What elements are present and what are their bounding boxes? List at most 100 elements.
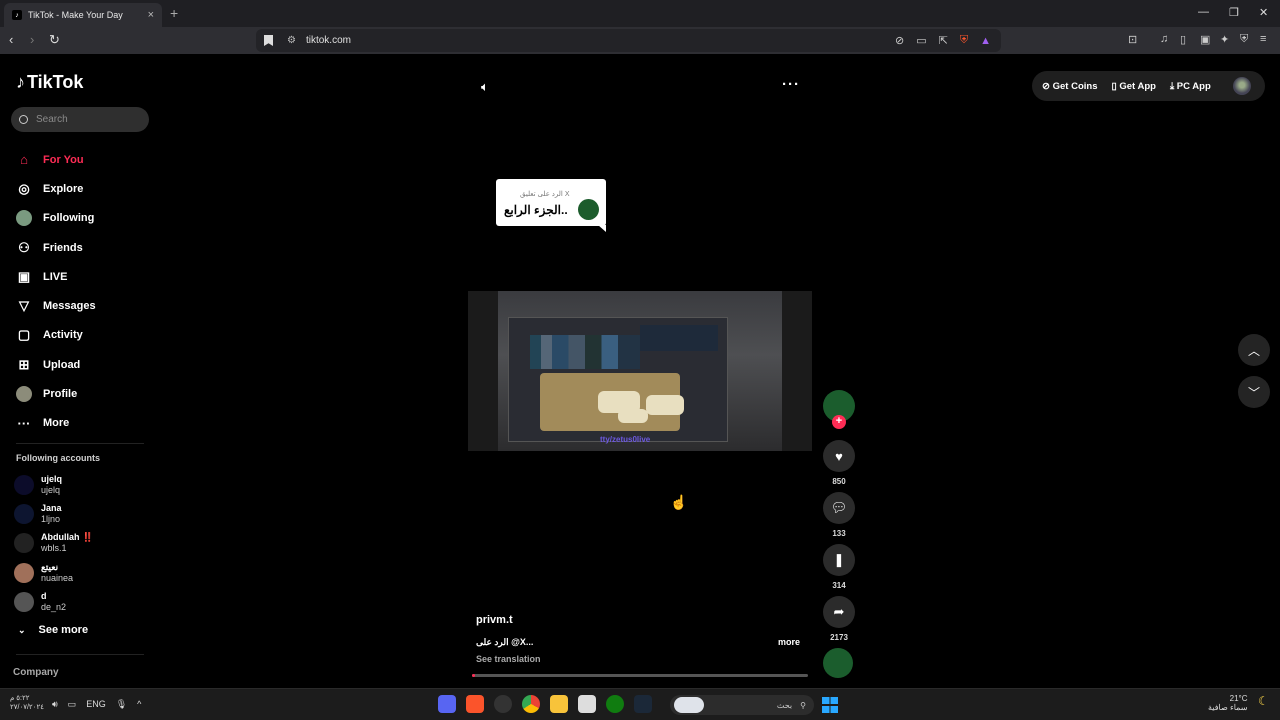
account-name: d [41, 591, 47, 602]
network-icon[interactable]: ▭ [68, 699, 77, 710]
address-bar[interactable]: ⚙ tiktok.com ⊘ ▭ ⇱ ⛨ ▲ [256, 29, 1001, 52]
sidebar-item-for-you[interactable]: ⌂ For You [16, 145, 96, 174]
media-icon[interactable]: ♫ [1160, 33, 1168, 45]
sidebar-item-messages[interactable]: ▽ Messages [16, 291, 96, 320]
more-options-icon[interactable]: ··· [782, 76, 800, 93]
maximize-icon[interactable]: ❐ [1229, 6, 1239, 19]
more-dots-icon: ··· [17, 415, 31, 431]
bubble-subtitle: الرد على تعليق X [520, 191, 570, 198]
tiktok-logo[interactable]: ♪ TikTok [16, 72, 83, 93]
company-link[interactable]: Company [13, 667, 59, 678]
sidebar-item-more[interactable]: ··· More [16, 409, 96, 438]
store-icon[interactable] [578, 695, 596, 713]
share-count: 2173 [830, 633, 848, 642]
bookmark-icon[interactable] [264, 35, 273, 46]
sidebar-item-live[interactable]: ▣ LIVE [16, 262, 96, 291]
obs-icon[interactable] [494, 695, 512, 713]
menu-icon[interactable]: ≡ [1260, 33, 1266, 45]
nav-label: Explore [43, 182, 84, 195]
tab-close-icon[interactable]: × [148, 9, 154, 21]
nav-label: For You [43, 153, 84, 166]
screenshot-icon[interactable]: ⊡ [1128, 33, 1137, 46]
chrome-icon[interactable] [522, 695, 540, 713]
vpn-icon[interactable]: ⛨ [1240, 33, 1248, 46]
folder-icon[interactable] [550, 695, 568, 713]
account-handle: de_n2 [41, 602, 67, 613]
reader-icon[interactable]: ⊘ [895, 34, 904, 47]
author-name[interactable]: privm.t [476, 614, 513, 626]
back-icon[interactable]: ‹ [9, 32, 13, 47]
volume-icon[interactable]: 🔈︎ [481, 79, 489, 95]
brave-rewards-icon[interactable]: ▲ [980, 35, 991, 47]
wallet-icon[interactable]: ▣ [1200, 33, 1210, 46]
share-icon[interactable]: ⇱ [939, 34, 948, 47]
speaker-icon[interactable]: 🔊︎ [52, 699, 58, 710]
account-handle: 1ljno [41, 514, 61, 525]
sidebar-item-profile[interactable]: Profile [16, 379, 96, 408]
list-item[interactable]: Abdullah ‼️ wbls.1 [14, 529, 93, 558]
forward-icon[interactable]: › [30, 32, 34, 47]
taskbar-search[interactable]: بحث ⚲ [670, 695, 814, 715]
sidebar-item-following[interactable]: Following [16, 204, 96, 233]
save-button[interactable]: ❚ [823, 544, 855, 576]
weather-widget[interactable]: 21°C سماء صافية [1208, 694, 1248, 712]
follow-plus-button[interactable]: + [832, 415, 846, 429]
music-disc-icon[interactable] [823, 648, 853, 678]
reload-icon[interactable]: ↻ [49, 32, 60, 48]
site-info-icon[interactable]: ⚙ [287, 35, 296, 46]
windows-start-icon[interactable] [822, 697, 838, 713]
comment-button[interactable]: 💬︎ [823, 492, 855, 524]
chevron-up-icon[interactable]: ^ [137, 699, 141, 710]
next-video-button[interactable]: ﹀ [1238, 376, 1270, 408]
share-button[interactable]: ➦ [823, 596, 855, 628]
leo-icon[interactable]: ✦ [1220, 33, 1229, 46]
see-translation-link[interactable]: See translation [476, 654, 541, 664]
language-indicator[interactable]: ENG [86, 699, 106, 710]
list-item[interactable]: d de_n2 [14, 588, 93, 617]
logo-text: TikTok [27, 72, 84, 92]
search-icon [19, 115, 28, 124]
comment-count: 133 [832, 529, 846, 538]
avatar [14, 592, 34, 613]
list-item[interactable]: ujelq ujelq [14, 470, 93, 499]
avatar-icon [16, 386, 32, 403]
account-name: ujelq [41, 473, 63, 484]
video-frame[interactable]: tty/zetus0live [468, 291, 812, 451]
discord-icon[interactable] [438, 695, 456, 713]
video-caption: الرد على @X... [476, 637, 534, 647]
video-progress-bar[interactable] [472, 674, 808, 677]
xbox-icon[interactable] [606, 695, 624, 713]
steam-icon[interactable] [634, 695, 652, 713]
microphone-icon[interactable]: 🎙︎ [116, 699, 127, 710]
sidebar-icon[interactable]: ▯ [1180, 33, 1186, 46]
browser-tab[interactable]: ♪ TikTok - Make Your Day × [4, 3, 162, 27]
new-tab-button[interactable]: + [170, 5, 178, 21]
avatar [14, 504, 34, 525]
like-button[interactable]: ♥ [823, 440, 855, 472]
caption-more-button[interactable]: more [778, 637, 800, 647]
chevron-down-icon: ⌄ [18, 624, 26, 635]
get-app-button[interactable]: ▯ Get App [1111, 81, 1155, 92]
sidebar-item-friends[interactable]: ⚇ Friends [16, 233, 96, 262]
pc-app-button[interactable]: ⤓ PC App [1170, 81, 1211, 92]
sidebar-item-explore[interactable]: ◎ Explore [16, 174, 96, 203]
list-item[interactable]: Jana 1ljno [14, 499, 93, 528]
top-right-actions: ⊘ Get Coins ▯ Get App ⤓ PC App [1032, 71, 1265, 101]
see-more-button[interactable]: ⌄ See more [18, 624, 88, 636]
avatar[interactable] [1233, 77, 1251, 95]
close-window-icon[interactable]: ✕ [1259, 6, 1268, 19]
search-input[interactable]: Search [11, 107, 149, 132]
minimize-icon[interactable]: — [1198, 6, 1209, 18]
sidebar-item-activity[interactable]: ▢ Activity [16, 321, 96, 350]
cast-icon[interactable]: ▭ [916, 34, 926, 47]
get-coins-label: Get Coins [1052, 80, 1098, 92]
list-item[interactable]: نعيتع nuainea [14, 558, 93, 587]
clock[interactable]: ٥:٢٢ م ٢٧/٠٧/٢٠٢٤ [10, 694, 44, 712]
brave-shields-icon[interactable]: ⛨ [960, 34, 968, 47]
get-coins-button[interactable]: ⊘ Get Coins [1042, 81, 1097, 92]
brave-icon[interactable] [466, 695, 484, 713]
url-text: tiktok.com [305, 35, 351, 46]
sidebar-item-upload[interactable]: ⊞ Upload [16, 350, 96, 379]
previous-video-button[interactable]: ︿ [1238, 334, 1270, 366]
video-content [618, 409, 648, 423]
